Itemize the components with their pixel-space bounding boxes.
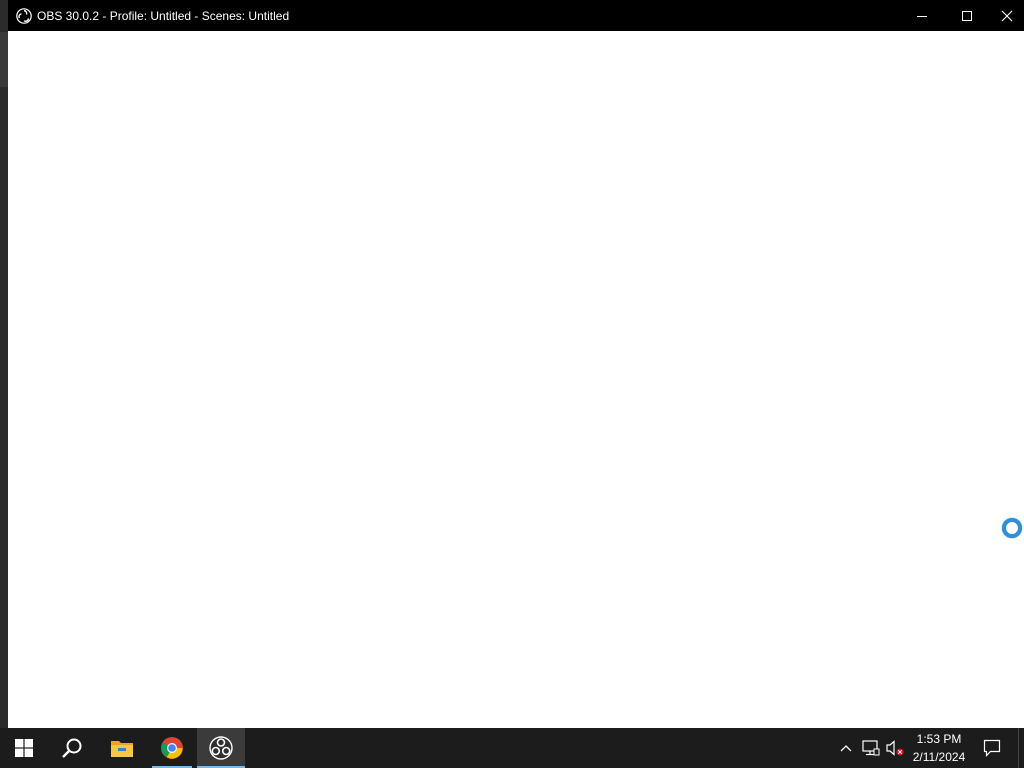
search-icon <box>62 738 82 758</box>
chevron-up-icon <box>840 745 852 752</box>
obs-icon <box>209 736 233 760</box>
network-button[interactable] <box>860 728 882 768</box>
chrome-button[interactable] <box>148 728 196 768</box>
window-title: OBS 30.0.2 - Profile: Untitled - Scenes:… <box>37 8 290 23</box>
title-bar[interactable]: OBS 30.0.2 - Profile: Untitled - Scenes:… <box>8 0 1024 31</box>
volume-button[interactable] <box>884 728 906 768</box>
windows-start-icon <box>15 739 33 757</box>
folder-icon <box>111 741 133 757</box>
minimize-icon <box>917 15 927 17</box>
obs-taskbar-button[interactable] <box>197 728 245 768</box>
maximize-icon <box>962 10 972 21</box>
busy-spinner-icon <box>1002 518 1022 538</box>
minimize-button[interactable] <box>899 0 945 31</box>
maximize-button[interactable] <box>944 0 990 31</box>
close-button[interactable] <box>990 0 1024 31</box>
obs-window: OBS 30.0.2 - Profile: Untitled - Scenes:… <box>8 0 1024 728</box>
file-explorer-button[interactable] <box>98 728 146 768</box>
chrome-icon <box>161 737 183 759</box>
volume-muted-icon <box>886 740 904 756</box>
desktop-edge <box>0 32 8 87</box>
obs-icon <box>16 7 32 24</box>
show-hidden-icons-button[interactable] <box>836 728 856 768</box>
action-center-button[interactable] <box>978 728 1006 768</box>
start-button[interactable] <box>0 728 48 768</box>
clock-time: 1:53 PM <box>916 732 962 746</box>
close-icon <box>1001 10 1013 21</box>
clock-date: 2/11/2024 <box>912 750 966 764</box>
network-icon <box>862 740 880 756</box>
window-client-area <box>8 31 1024 728</box>
clock[interactable]: 1:53 PM 2/11/2024 <box>908 730 970 766</box>
show-desktop-button[interactable] <box>1018 728 1024 768</box>
taskbar: 1:53 PM 2/11/2024 <box>0 728 1024 768</box>
notification-icon <box>983 739 1001 757</box>
search-button[interactable] <box>48 728 96 768</box>
